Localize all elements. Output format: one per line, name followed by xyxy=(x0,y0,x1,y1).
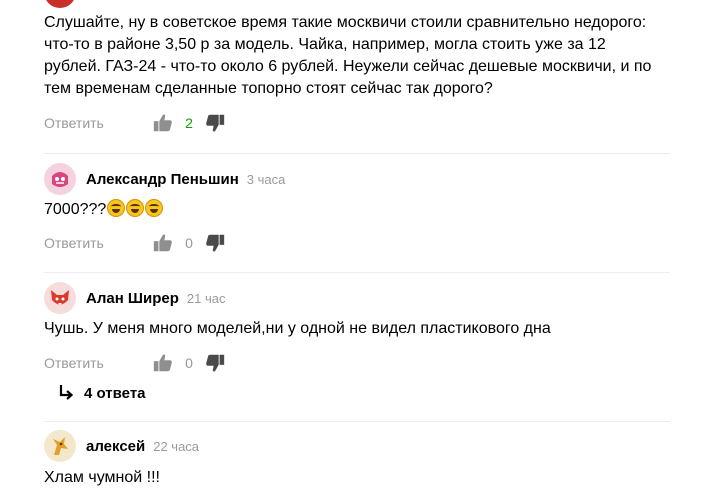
author-name[interactable]: Алан Ширер xyxy=(86,290,179,307)
comment-actions: Ответить 2 xyxy=(44,111,226,135)
comment-time[interactable]: 22 часа xyxy=(153,439,199,454)
thumbs-up-icon[interactable] xyxy=(152,352,174,374)
like-count: 0 xyxy=(185,235,193,251)
avatar[interactable] xyxy=(44,0,76,8)
comment-text: 7000??? xyxy=(44,199,164,221)
reply-arrow-icon xyxy=(59,385,74,400)
comment-time[interactable]: 3 часа xyxy=(247,172,286,187)
comment-header: Александр Пеньшин 3 часа xyxy=(44,163,285,195)
comment-text-value: 7000??? xyxy=(44,201,107,218)
author-name[interactable]: алексей xyxy=(86,438,145,455)
avatar[interactable] xyxy=(44,282,76,314)
replies-count-label: 4 ответа xyxy=(84,384,146,402)
fox-icon xyxy=(51,290,69,305)
mask-icon xyxy=(52,172,68,187)
thumbs-up-icon[interactable] xyxy=(152,112,174,134)
rofl-emoji-icon xyxy=(107,199,126,217)
avatar[interactable] xyxy=(44,163,76,195)
like-count: 2 xyxy=(185,115,193,131)
comment-header: Алан Ширер 21 час xyxy=(44,282,225,314)
reply-button[interactable]: Ответить xyxy=(44,235,152,251)
comment-header: алексей 22 часа xyxy=(44,430,199,462)
comment-time[interactable]: 21 час xyxy=(187,291,226,306)
dragon-icon xyxy=(53,437,68,455)
reply-button[interactable]: Ответить xyxy=(44,115,152,131)
comment-text: Слушайте, ну в советское время такие мос… xyxy=(44,14,652,97)
rofl-emoji-icon xyxy=(126,199,145,217)
author-name[interactable]: Александр Пеньшин xyxy=(86,171,239,188)
reply-button[interactable]: Ответить xyxy=(44,355,152,371)
divider xyxy=(44,272,670,273)
like-count: 0 xyxy=(185,355,193,371)
comment-text: Чушь. У меня много моделей,ни у одной не… xyxy=(44,320,551,337)
rofl-emoji-icon xyxy=(145,199,164,217)
thumbs-down-icon[interactable] xyxy=(204,352,226,374)
thumbs-down-icon[interactable] xyxy=(204,232,226,254)
thumbs-down-icon[interactable] xyxy=(204,112,226,134)
thumbs-up-icon[interactable] xyxy=(152,232,174,254)
divider xyxy=(44,421,670,422)
comment-text: Хлам чумной !!! xyxy=(44,469,160,486)
avatar[interactable] xyxy=(44,430,76,462)
divider xyxy=(44,153,670,154)
show-replies-button[interactable]: 4 ответа xyxy=(58,384,146,402)
comment-actions: Ответить 0 xyxy=(44,351,226,375)
comment-actions: Ответить 0 xyxy=(44,231,226,255)
